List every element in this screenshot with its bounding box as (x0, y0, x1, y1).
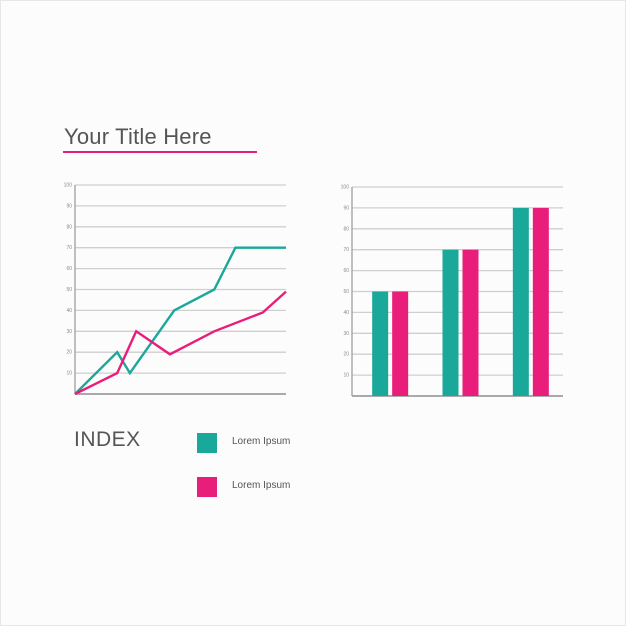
y-tick-label: 60 (343, 268, 349, 274)
y-tick-label: 80 (343, 226, 349, 232)
bar-series-2 (462, 249, 479, 396)
bar-series-2 (532, 207, 549, 396)
y-tick-label: 70 (343, 247, 349, 253)
y-tick-label: 50 (343, 289, 349, 295)
y-tick-label: 40 (343, 310, 349, 316)
bar-series-1 (512, 207, 529, 396)
y-tick-label: 20 (343, 352, 349, 358)
legend-label-series-2: Lorem Ipsum (232, 480, 291, 491)
legend-swatch-series-1 (197, 433, 217, 453)
index-label: INDEX (74, 428, 141, 451)
y-tick-label: 30 (343, 331, 349, 337)
legend-swatch-series-2 (197, 477, 217, 497)
y-tick-label: 90 (343, 205, 349, 211)
legend-label-series-1: Lorem Ipsum (232, 436, 291, 447)
bar-series-1 (442, 249, 459, 396)
y-tick-label: 100 (341, 185, 350, 191)
bar-series-1 (372, 291, 389, 396)
bar-series-2 (392, 291, 409, 396)
bar-chart: 10 20 30 40 50 60 70 80 90 100 (341, 185, 563, 397)
y-tick-label: 10 (343, 373, 349, 379)
